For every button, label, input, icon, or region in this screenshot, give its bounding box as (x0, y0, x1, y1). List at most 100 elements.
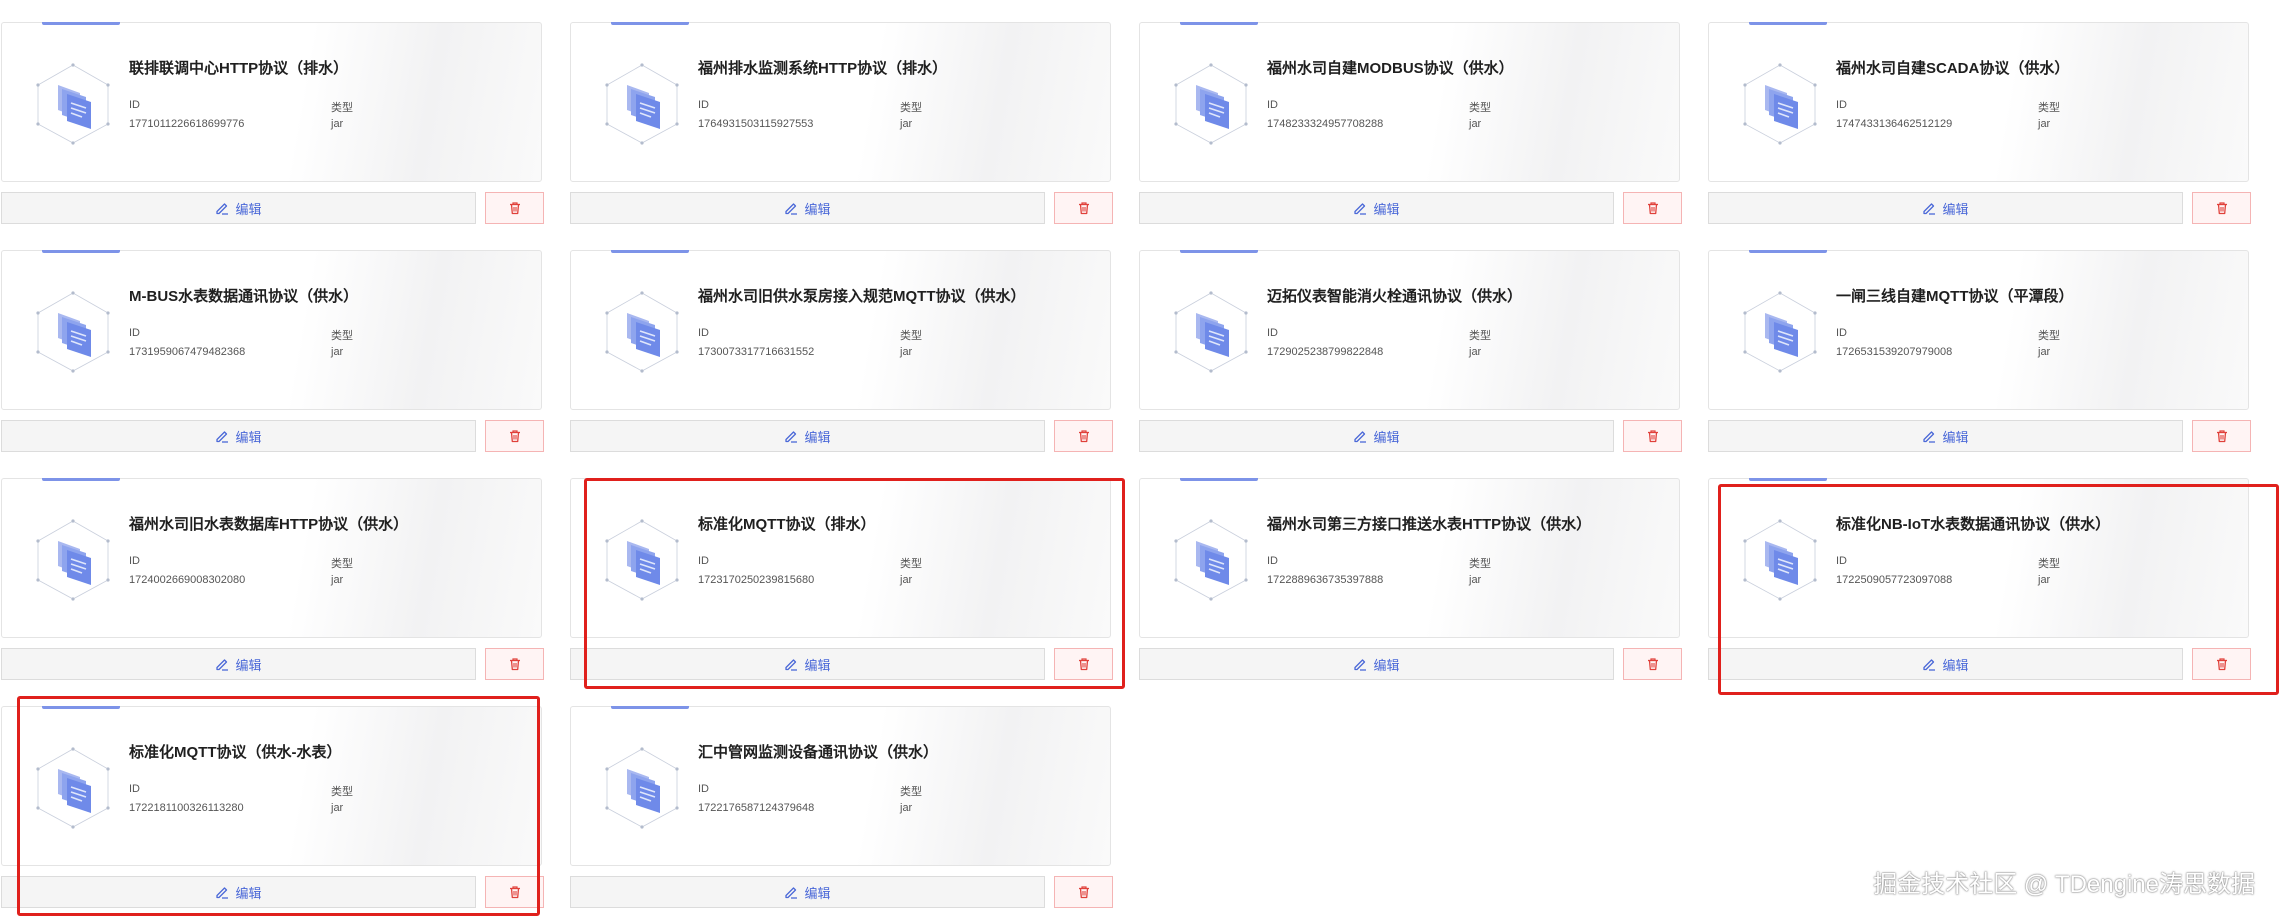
type-label: 类型 (1469, 102, 1491, 114)
pencil-icon (215, 657, 229, 671)
card-panel[interactable]: 福州水司自建SCADA协议（供水） ID 1747433136462512129… (1708, 22, 2249, 182)
pencil-icon (1922, 201, 1936, 215)
edit-button[interactable]: 编辑 (1, 648, 476, 680)
pencil-icon (784, 201, 798, 215)
trash-icon (508, 201, 522, 215)
id-value: 1731959067479482368 (129, 346, 246, 358)
edit-button[interactable]: 编辑 (570, 192, 1045, 224)
card-panel[interactable]: 迈拓仪表智能消火栓通讯协议（供水） ID 1729025238799822848… (1139, 250, 1680, 410)
edit-button[interactable]: 编辑 (1139, 192, 1614, 224)
card-panel[interactable]: M-BUS水表数据通讯协议（供水） ID 1731959067479482368… (1, 250, 542, 410)
document-cube-icon (1743, 291, 1817, 373)
edit-button-label: 编辑 (1942, 201, 1969, 217)
delete-button[interactable] (485, 192, 544, 224)
pencil-icon (215, 429, 229, 443)
highlight-box (17, 696, 540, 916)
trash-icon (1646, 201, 1660, 215)
edit-button-label: 编辑 (235, 201, 262, 217)
edit-button[interactable]: 编辑 (1, 420, 476, 452)
document-cube-icon (605, 63, 679, 145)
id-label: ID (129, 327, 140, 339)
card-panel[interactable]: 福州水司旧水表数据库HTTP协议（供水） ID 1724002669008302… (1, 478, 542, 638)
type-value: jar (900, 346, 913, 358)
card-accent-bar (1749, 250, 1827, 253)
document-cube-icon (605, 747, 679, 829)
document-cube-icon (1174, 291, 1248, 373)
protocol-name: 福州水司第三方接口推送水表HTTP协议（供水） (1267, 516, 1592, 533)
document-cube-icon (36, 519, 110, 601)
card-accent-bar (42, 22, 120, 25)
trash-icon (2215, 429, 2229, 443)
edit-button[interactable]: 编辑 (570, 876, 1045, 908)
edit-button[interactable]: 编辑 (1708, 420, 2183, 452)
edit-button[interactable]: 编辑 (570, 420, 1045, 452)
document-cube-icon (36, 291, 110, 373)
trash-icon (1077, 201, 1091, 215)
delete-button[interactable] (485, 420, 544, 452)
delete-button[interactable] (2192, 420, 2251, 452)
id-value: 1729025238799822848 (1267, 346, 1384, 358)
trash-icon (1646, 429, 1660, 443)
card-panel[interactable]: 福州水司自建MODBUS协议（供水） ID 174823332495770828… (1139, 22, 1680, 182)
card-panel[interactable]: 福州水司第三方接口推送水表HTTP协议（供水） ID 1722889636735… (1139, 478, 1680, 638)
edit-button-label: 编辑 (1373, 201, 1400, 217)
document-cube-icon (605, 291, 679, 373)
type-value: jar (2038, 346, 2051, 358)
pencil-icon (1353, 429, 1367, 443)
edit-button[interactable]: 编辑 (1139, 420, 1614, 452)
delete-button[interactable] (1054, 192, 1113, 224)
delete-button[interactable] (1054, 876, 1113, 908)
edit-button-label: 编辑 (1373, 657, 1400, 673)
id-label: ID (129, 555, 140, 567)
card-panel[interactable]: 一闸三线自建MQTT协议（平潭段） ID 1726531539207979008… (1708, 250, 2249, 410)
type-label: 类型 (1469, 558, 1491, 570)
protocol-name: M-BUS水表数据通讯协议（供水） (129, 288, 359, 305)
card-accent-bar (611, 250, 689, 253)
type-label: 类型 (1469, 330, 1491, 342)
delete-button[interactable] (1623, 192, 1682, 224)
edit-button-label: 编辑 (804, 885, 831, 901)
card-panel[interactable]: 福州水司旧供水泵房接入规范MQTT协议（供水） ID 1730073317716… (570, 250, 1111, 410)
delete-button[interactable] (1623, 420, 1682, 452)
protocol-name: 联排联调中心HTTP协议（排水） (129, 60, 349, 77)
pencil-icon (1353, 201, 1367, 215)
delete-button[interactable] (2192, 192, 2251, 224)
card-panel[interactable]: 联排联调中心HTTP协议（排水） ID 1771011226618699776 … (1, 22, 542, 182)
delete-button[interactable] (485, 648, 544, 680)
card-panel[interactable]: 汇中管网监测设备通讯协议（供水） ID 1722176587124379648 … (570, 706, 1111, 866)
protocol-name: 迈拓仪表智能消火栓通讯协议（供水） (1267, 288, 1523, 305)
protocol-name: 福州水司自建SCADA协议（供水） (1836, 60, 2070, 77)
trash-icon (1646, 657, 1660, 671)
id-label: ID (1836, 327, 1847, 339)
edit-button[interactable]: 编辑 (1139, 648, 1614, 680)
delete-button[interactable] (1623, 648, 1682, 680)
card-accent-bar (1180, 478, 1258, 481)
card-accent-bar (1749, 478, 1827, 481)
type-value: jar (331, 574, 344, 586)
trash-icon (1077, 885, 1091, 899)
id-label: ID (698, 99, 709, 111)
delete-button[interactable] (1054, 420, 1113, 452)
id-label: ID (1836, 99, 1847, 111)
type-value: jar (900, 118, 913, 130)
trash-icon (508, 657, 522, 671)
id-value: 1748233324957708288 (1267, 118, 1384, 130)
pencil-icon (784, 429, 798, 443)
id-label: ID (1267, 555, 1278, 567)
type-label: 类型 (331, 330, 353, 342)
type-label: 类型 (900, 330, 922, 342)
trash-icon (508, 429, 522, 443)
protocol-name: 福州排水监测系统HTTP协议（排水） (698, 60, 948, 77)
pencil-icon (1922, 429, 1936, 443)
highlight-box (1718, 484, 2279, 695)
type-label: 类型 (2038, 330, 2060, 342)
edit-button[interactable]: 编辑 (1708, 192, 2183, 224)
card-panel[interactable]: 福州排水监测系统HTTP协议（排水） ID 176493150311592755… (570, 22, 1111, 182)
protocol-name: 福州水司旧水表数据库HTTP协议（供水） (129, 516, 409, 533)
card-accent-bar (1180, 250, 1258, 253)
edit-button[interactable]: 编辑 (1, 192, 476, 224)
card-accent-bar (1180, 22, 1258, 25)
pencil-icon (215, 201, 229, 215)
type-value: jar (331, 346, 344, 358)
card-accent-bar (42, 478, 120, 481)
